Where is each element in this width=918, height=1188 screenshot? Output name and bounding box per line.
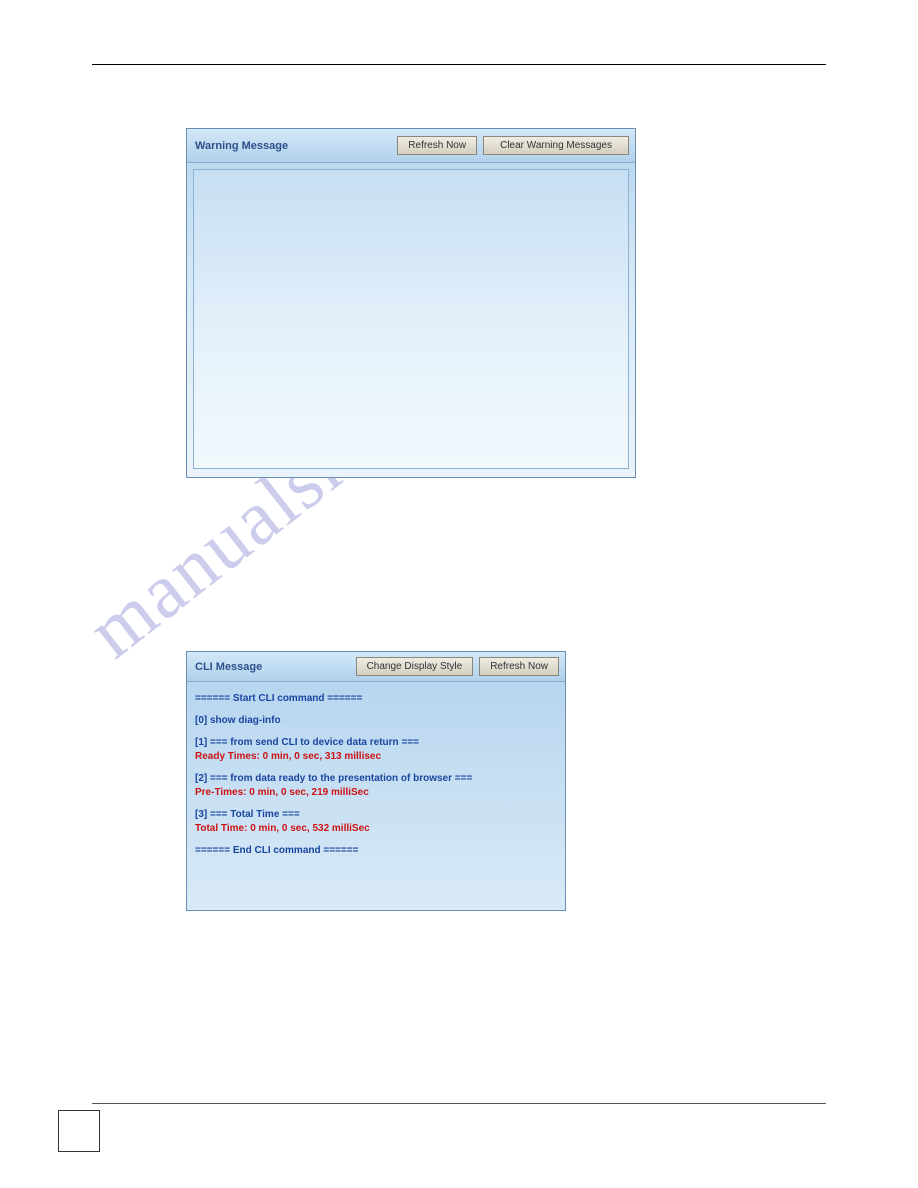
cli-line: [3] === Total Time === — [195, 808, 557, 822]
cli-line: ====== Start CLI command ====== — [195, 692, 557, 706]
cli-panel-body: ====== Start CLI command ====== [0] show… — [187, 682, 565, 866]
divider-top — [92, 64, 826, 65]
cli-line: [0] show diag-info — [195, 714, 557, 728]
cli-line: Pre-Times: 0 min, 0 sec, 219 milliSec — [195, 786, 557, 800]
clear-warning-messages-button[interactable]: Clear Warning Messages — [483, 136, 629, 155]
cli-line: Ready Times: 0 min, 0 sec, 313 millisec — [195, 750, 557, 764]
cli-panel-header: CLI Message Change Display Style Refresh… — [187, 652, 565, 682]
cli-line: [2] === from data ready to the presentat… — [195, 772, 557, 786]
cli-line: Total Time: 0 min, 0 sec, 532 milliSec — [195, 822, 557, 836]
cli-line: [1] === from send CLI to device data ret… — [195, 736, 557, 750]
cli-message-panel: CLI Message Change Display Style Refresh… — [186, 651, 566, 911]
warning-panel-title: Warning Message — [195, 140, 288, 152]
cli-panel-title: CLI Message — [195, 661, 262, 673]
change-display-style-button[interactable]: Change Display Style — [356, 657, 474, 676]
divider-bottom — [92, 1103, 826, 1104]
cli-refresh-now-button[interactable]: Refresh Now — [479, 657, 559, 676]
warning-message-panel: Warning Message Refresh Now Clear Warnin… — [186, 128, 636, 478]
warning-panel-header: Warning Message Refresh Now Clear Warnin… — [187, 129, 635, 163]
warning-panel-body — [193, 169, 629, 469]
page-number-box — [58, 1110, 100, 1152]
refresh-now-button[interactable]: Refresh Now — [397, 136, 477, 155]
cli-line: ====== End CLI command ====== — [195, 844, 557, 858]
